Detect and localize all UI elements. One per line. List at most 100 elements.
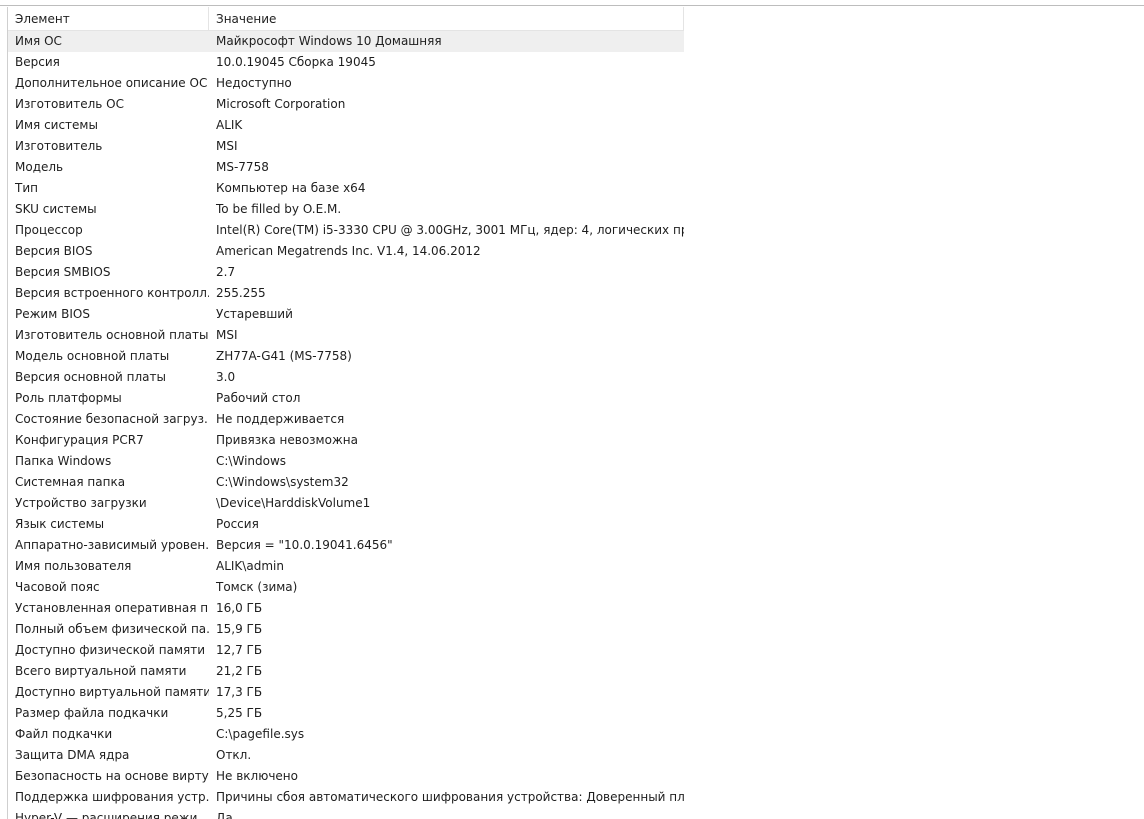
row-element-cell: Изготовитель [15,139,103,153]
table-row[interactable]: Доступно виртуальной памяти 17,3 ГБ [8,682,684,703]
row-value-cell: ALIK\admin [216,559,284,573]
row-element-cell: Доступно физической памяти [15,643,206,657]
row-element-cell: Часовой пояс [15,580,100,594]
table-row[interactable]: Размер файла подкачки 5,25 ГБ [8,703,684,724]
row-element-cell: Hyper-V — расширения режи... [15,811,209,819]
table-row[interactable]: SKU системы To be filled by O.E.M. [8,199,684,220]
row-value-cell: Привязка невозможна [216,433,358,447]
row-value-cell: Версия = "10.0.19041.6456" [216,538,393,552]
system-summary-list[interactable]: Элемент Значение Имя ОС Майкрософт Window… [7,7,1144,819]
table-row[interactable]: Изготовитель основной платы MSI [8,325,684,346]
row-value-cell: Intel(R) Core(TM) i5-3330 CPU @ 3.00GHz,… [216,223,684,237]
table-row[interactable]: Всего виртуальной памяти 21,2 ГБ [8,661,684,682]
row-element-cell: Роль платформы [15,391,122,405]
row-value-cell: 21,2 ГБ [216,664,263,678]
row-element-cell: Версия [15,55,60,69]
window-top-edge [0,0,1144,6]
table-row[interactable]: Устройство загрузки \Device\HarddiskVolum… [8,493,684,514]
row-element-cell: Дополнительное описание ОС [15,76,208,90]
row-element-cell: Версия встроенного контролл... [15,286,209,300]
table-row[interactable]: Установленная оперативная п... 16,0 ГБ [8,598,684,619]
row-value-cell: 12,7 ГБ [216,643,263,657]
row-element-cell: Аппаратно-зависимый уровен... [15,538,209,552]
row-element-cell: Изготовитель ОС [15,97,124,111]
row-value-cell: 15,9 ГБ [216,622,263,636]
table-row[interactable]: Поддержка шифрования устр... Причины сбоя… [8,787,684,808]
row-value-cell: 255.255 [216,286,266,300]
table-row[interactable]: Изготовитель ОС Microsoft Corporation [8,94,684,115]
table-row[interactable]: Имя ОС Майкрософт Windows 10 Домашняя [8,31,684,52]
table-row[interactable]: Безопасность на основе вирту... Не включе… [8,766,684,787]
row-value-cell: Откл. [216,748,252,762]
row-element-cell: Безопасность на основе вирту... [15,769,209,783]
table-row[interactable]: Тип Компьютер на базе x64 [8,178,684,199]
row-element-cell: Имя ОС [15,34,62,48]
row-element-cell: SKU системы [15,202,97,216]
row-element-cell: Тип [15,181,38,195]
row-element-cell: Модель [15,160,64,174]
table-row[interactable]: Версия встроенного контролл... 255.255 [8,283,684,304]
row-value-cell: 5,25 ГБ [216,706,263,720]
table-row[interactable]: Папка Windows C:\Windows [8,451,684,472]
row-element-cell: Доступно виртуальной памяти [15,685,209,699]
table-row[interactable]: Режим BIOS Устаревший [8,304,684,325]
row-element-cell: Устройство загрузки [15,496,147,510]
row-value-cell: ALIK [216,118,243,132]
table-row[interactable]: Состояние безопасной загруз... Не поддерж… [8,409,684,430]
row-element-cell: Состояние безопасной загруз... [15,412,209,426]
table-row[interactable]: Hyper-V — расширения режи... Да [8,808,684,819]
row-value-cell: Причины сбоя автоматического шифрования … [216,790,684,804]
table-row[interactable]: Версия SMBIOS 2.7 [8,262,684,283]
row-value-cell: Не включено [216,769,298,783]
table-row[interactable]: Системная папка C:\Windows\system32 [8,472,684,493]
table-row[interactable]: Файл подкачки C:\pagefile.sys [8,724,684,745]
row-value-cell: MSI [216,139,238,153]
row-element-cell: Модель основной платы [15,349,170,363]
table-row[interactable]: Версия основной платы 3.0 [8,367,684,388]
row-element-cell: Полный объем физической па... [15,622,209,636]
table-row[interactable]: Модель основной платы ZH77A-G41 (MS-7758) [8,346,684,367]
table-row[interactable]: Дополнительное описание ОС Недоступно [8,73,684,94]
row-element-cell: Размер файла подкачки [15,706,169,720]
row-value-cell: C:\Windows [216,454,287,468]
table-row[interactable]: Защита DMA ядра Откл. [8,745,684,766]
column-header-value[interactable]: Значение [209,7,684,31]
table-row[interactable]: Процессор Intel(R) Core(TM) i5-3330 CPU @… [8,220,684,241]
list-header: Элемент Значение [8,7,684,31]
row-element-cell: Версия SMBIOS [15,265,111,279]
row-element-cell: Установленная оперативная п... [15,601,209,615]
table-row[interactable]: Роль платформы Рабочий стол [8,388,684,409]
table-row[interactable]: Доступно физической памяти 12,7 ГБ [8,640,684,661]
table-row[interactable]: Модель MS-7758 [8,157,684,178]
table-row[interactable]: Полный объем физической па... 15,9 ГБ [8,619,684,640]
row-value-cell: MS-7758 [216,160,269,174]
table-row[interactable]: Конфигурация PCR7 Привязка невозможна [8,430,684,451]
column-header-element[interactable]: Элемент [8,7,209,31]
row-element-cell: Поддержка шифрования устр... [15,790,209,804]
row-value-cell: C:\Windows\system32 [216,475,349,489]
row-element-cell: Язык системы [15,517,105,531]
table-row[interactable]: Часовой пояс Томск (зима) [8,577,684,598]
table-row[interactable]: Версия BIOS American Megatrends Inc. V1.4… [8,241,684,262]
row-element-cell: Процессор [15,223,83,237]
table-row[interactable]: Язык системы Россия [8,514,684,535]
row-value-cell: ZH77A-G41 (MS-7758) [216,349,352,363]
table-row[interactable]: Аппаратно-зависимый уровен... Версия = "1… [8,535,684,556]
table-row[interactable]: Имя системы ALIK [8,115,684,136]
row-element-cell: Режим BIOS [15,307,90,321]
row-value-cell: MSI [216,328,238,342]
row-value-cell: To be filled by O.E.M. [216,202,342,216]
row-value-cell: Компьютер на базе x64 [216,181,366,195]
table-row[interactable]: Версия 10.0.19045 Сборка 19045 [8,52,684,73]
row-value-cell: 17,3 ГБ [216,685,263,699]
row-value-cell: American Megatrends Inc. V1.4, 14.06.201… [216,244,481,258]
table-row[interactable]: Изготовитель MSI [8,136,684,157]
row-value-cell: 16,0 ГБ [216,601,263,615]
row-value-cell: Устаревший [216,307,293,321]
row-element-cell: Всего виртуальной памяти [15,664,187,678]
list-rows: Имя ОС Майкрософт Windows 10 Домашняя Верс… [8,31,684,819]
row-element-cell: Файл подкачки [15,727,113,741]
row-element-cell: Системная папка [15,475,126,489]
row-value-cell: 3.0 [216,370,236,384]
table-row[interactable]: Имя пользователя ALIK\admin [8,556,684,577]
